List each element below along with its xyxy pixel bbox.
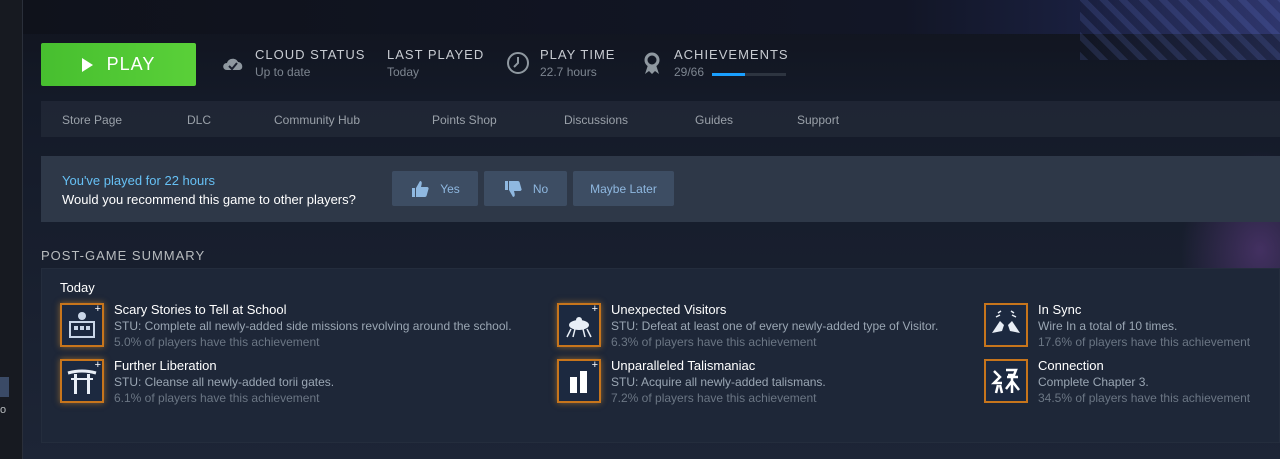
achievements-label: ACHIEVEMENTS [674, 47, 789, 62]
achievement-desc: STU: Complete all newly-added side missi… [114, 319, 512, 333]
achievement-pct: 7.2% of players have this achievement [611, 391, 817, 405]
recommend-question: Would you recommend this game to other p… [62, 192, 356, 207]
achievement-name: Further Liberation [114, 358, 217, 373]
no-label: No [532, 181, 549, 196]
school-icon: + [60, 303, 104, 347]
thumbs-up-icon [412, 180, 429, 197]
last-played: LAST PLAYED Today [387, 47, 484, 79]
achievement-name: Unexpected Visitors [611, 302, 727, 317]
play-time: PLAY TIME 22.7 hours [505, 47, 615, 79]
today-heading: Today [60, 280, 95, 295]
post-game-summary-panel: Today + Scary Stories to Tell at School … [41, 268, 1280, 443]
play-time-value: 22.7 hours [540, 65, 597, 79]
rail-text: o [0, 404, 7, 416]
dlc-plus-icon: + [591, 303, 598, 315]
yes-label: Yes [440, 181, 460, 196]
hands-icon [984, 303, 1028, 347]
dlc-plus-icon: + [94, 303, 101, 315]
recommend-no-button[interactable]: No [484, 171, 567, 206]
nav-store-page[interactable]: Store Page [62, 113, 122, 127]
achievement-desc: STU: Defeat at least one of every newly-… [611, 319, 939, 333]
dlc-plus-icon: + [591, 359, 598, 371]
achievement-desc: STU: Acquire all newly-added talismans. [611, 375, 826, 389]
achievements-progress-fill [712, 72, 745, 76]
visitor-icon: + [557, 303, 601, 347]
achievements-stat[interactable]: ACHIEVEMENTS 29/66 [639, 47, 789, 79]
nav-points-shop[interactable]: Points Shop [432, 113, 497, 127]
clock-icon [507, 52, 529, 74]
torii-gate-icon: + [60, 359, 104, 403]
cloud-status-value: Up to date [255, 65, 311, 79]
achievement-desc: Complete Chapter 3. [1038, 375, 1149, 389]
achievement-pct: 5.0% of players have this achievement [114, 335, 320, 349]
maybe-later-label: Maybe Later [590, 181, 657, 196]
achievement-item[interactable]: + Scary Stories to Tell at School STU: C… [60, 302, 512, 349]
rail-selection-marker [0, 377, 9, 397]
play-button[interactable]: PLAY [41, 43, 196, 86]
hero-art [1080, 0, 1280, 60]
dlc-plus-icon: + [94, 359, 101, 371]
post-game-summary-title: POST-GAME SUMMARY [41, 248, 206, 263]
cloud-status[interactable]: CLOUD STATUS Up to date [220, 47, 365, 79]
played-hours-text: You've played for 22 hours [62, 173, 216, 188]
achievement-item[interactable]: + Unexpected Visitors STU: Defeat at lea… [557, 302, 938, 349]
achievement-desc: Wire In a total of 10 times. [1038, 319, 1178, 333]
play-triangle-icon [81, 57, 93, 72]
achievement-pct: 17.6% of players have this achievement [1038, 335, 1251, 349]
achievement-pct: 6.3% of players have this achievement [611, 335, 817, 349]
achievement-item[interactable]: + Unparalleled Talismaniac STU: Acquire … [557, 358, 826, 405]
maybe-later-button[interactable]: Maybe Later [573, 171, 674, 206]
recommend-yes-button[interactable]: Yes [392, 171, 478, 206]
play-time-label: PLAY TIME [540, 47, 616, 62]
talisman-icon: + [557, 359, 601, 403]
thumbs-down-icon [504, 180, 522, 197]
nav-community-hub[interactable]: Community Hub [274, 113, 360, 127]
cloud-check-icon [223, 58, 243, 71]
left-rail: o [0, 0, 23, 459]
achievements-progress-bar [712, 72, 787, 76]
play-label: PLAY [106, 54, 156, 74]
achievement-item[interactable]: Connection Complete Chapter 3. 34.5% of … [984, 358, 1250, 405]
cloud-status-label: CLOUD STATUS [255, 47, 366, 62]
game-nav-bar: Store Page DLC Community Hub Points Shop… [41, 101, 1280, 137]
achievement-name: Scary Stories to Tell at School [114, 302, 287, 317]
recommend-panel: You've played for 22 hours Would you rec… [41, 156, 1280, 222]
nav-support[interactable]: Support [797, 113, 839, 127]
achievement-name: Unparalleled Talismaniac [611, 358, 756, 373]
achievement-name: In Sync [1038, 302, 1082, 317]
achievement-ribbon-icon [644, 52, 660, 74]
kanji-connection-icon [984, 359, 1028, 403]
game-page: PLAY CLOUD STATUS Up to date LAST PLAYED… [23, 0, 1280, 459]
last-played-value: Today [387, 65, 420, 79]
achievement-item[interactable]: + Further Liberation STU: Cleanse all ne… [60, 358, 334, 405]
nav-discussions[interactable]: Discussions [564, 113, 628, 127]
nav-dlc[interactable]: DLC [187, 113, 211, 127]
achievement-pct: 6.1% of players have this achievement [114, 391, 320, 405]
achievements-value: 29/66 [674, 65, 705, 79]
achievement-desc: STU: Cleanse all newly-added torii gates… [114, 375, 335, 389]
achievement-item[interactable]: In Sync Wire In a total of 10 times. 17.… [984, 302, 1250, 349]
nav-guides[interactable]: Guides [695, 113, 733, 127]
last-played-label: LAST PLAYED [387, 47, 485, 62]
achievement-name: Connection [1038, 358, 1104, 373]
achievement-pct: 34.5% of players have this achievement [1038, 391, 1251, 405]
